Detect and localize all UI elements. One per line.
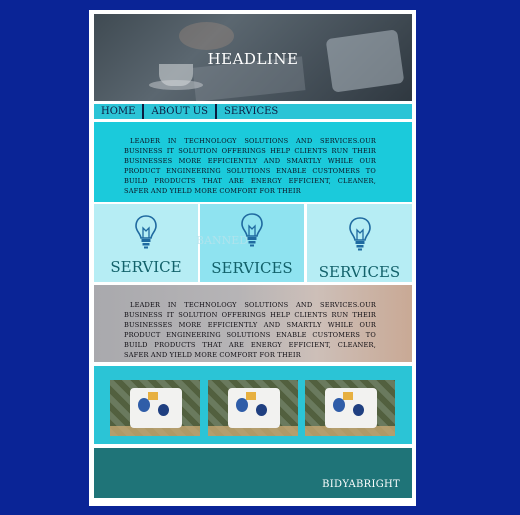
nav-home[interactable]: HOME (94, 104, 142, 119)
image-paper (148, 392, 158, 400)
image-person (138, 398, 150, 412)
lightbulb-icon (348, 217, 371, 251)
service-card-1[interactable]: SERVICE (94, 204, 198, 282)
image-gallery (94, 366, 412, 444)
headline: HEADLINE (207, 50, 299, 68)
image-person (236, 398, 248, 412)
image-person (158, 404, 169, 416)
page-container: HEADLINE HOME ABOUT US SERVICES LEADER I… (89, 10, 416, 506)
service-card-3[interactable]: SERVICES (307, 204, 412, 282)
nav-about-us[interactable]: ABOUT US (144, 104, 215, 119)
gallery-image[interactable] (208, 380, 298, 436)
hero-banner: HEADLINE (94, 14, 412, 101)
about-panel: LEADER IN TECHNOLOGY SOLUTIONS AND SERVI… (94, 285, 412, 362)
image-person (333, 398, 345, 412)
image-person (353, 404, 364, 416)
service-label: SERVICES (318, 263, 401, 281)
watermark-text: BANNED (196, 234, 249, 247)
nav-services[interactable]: SERVICES (217, 104, 285, 119)
gallery-image[interactable] (305, 380, 395, 436)
intro-text: LEADER IN TECHNOLOGY SOLUTIONS AND SERVI… (124, 137, 376, 195)
hero-photo-hand (179, 22, 234, 50)
about-text: LEADER IN TECHNOLOGY SOLUTIONS AND SERVI… (124, 301, 376, 359)
image-person (256, 404, 267, 416)
service-label: SERVICES (211, 259, 293, 277)
nav-bar: HOME ABOUT US SERVICES (94, 104, 412, 119)
intro-panel: LEADER IN TECHNOLOGY SOLUTIONS AND SERVI… (94, 122, 412, 202)
service-label: SERVICE (110, 258, 182, 276)
footer-brand[interactable]: BIDYABRIGHT (322, 479, 400, 490)
image-paper (343, 392, 353, 400)
lightbulb-icon (135, 215, 157, 249)
gallery-image[interactable] (110, 380, 200, 436)
footer: BIDYABRIGHT (94, 448, 412, 498)
image-paper (246, 392, 256, 400)
